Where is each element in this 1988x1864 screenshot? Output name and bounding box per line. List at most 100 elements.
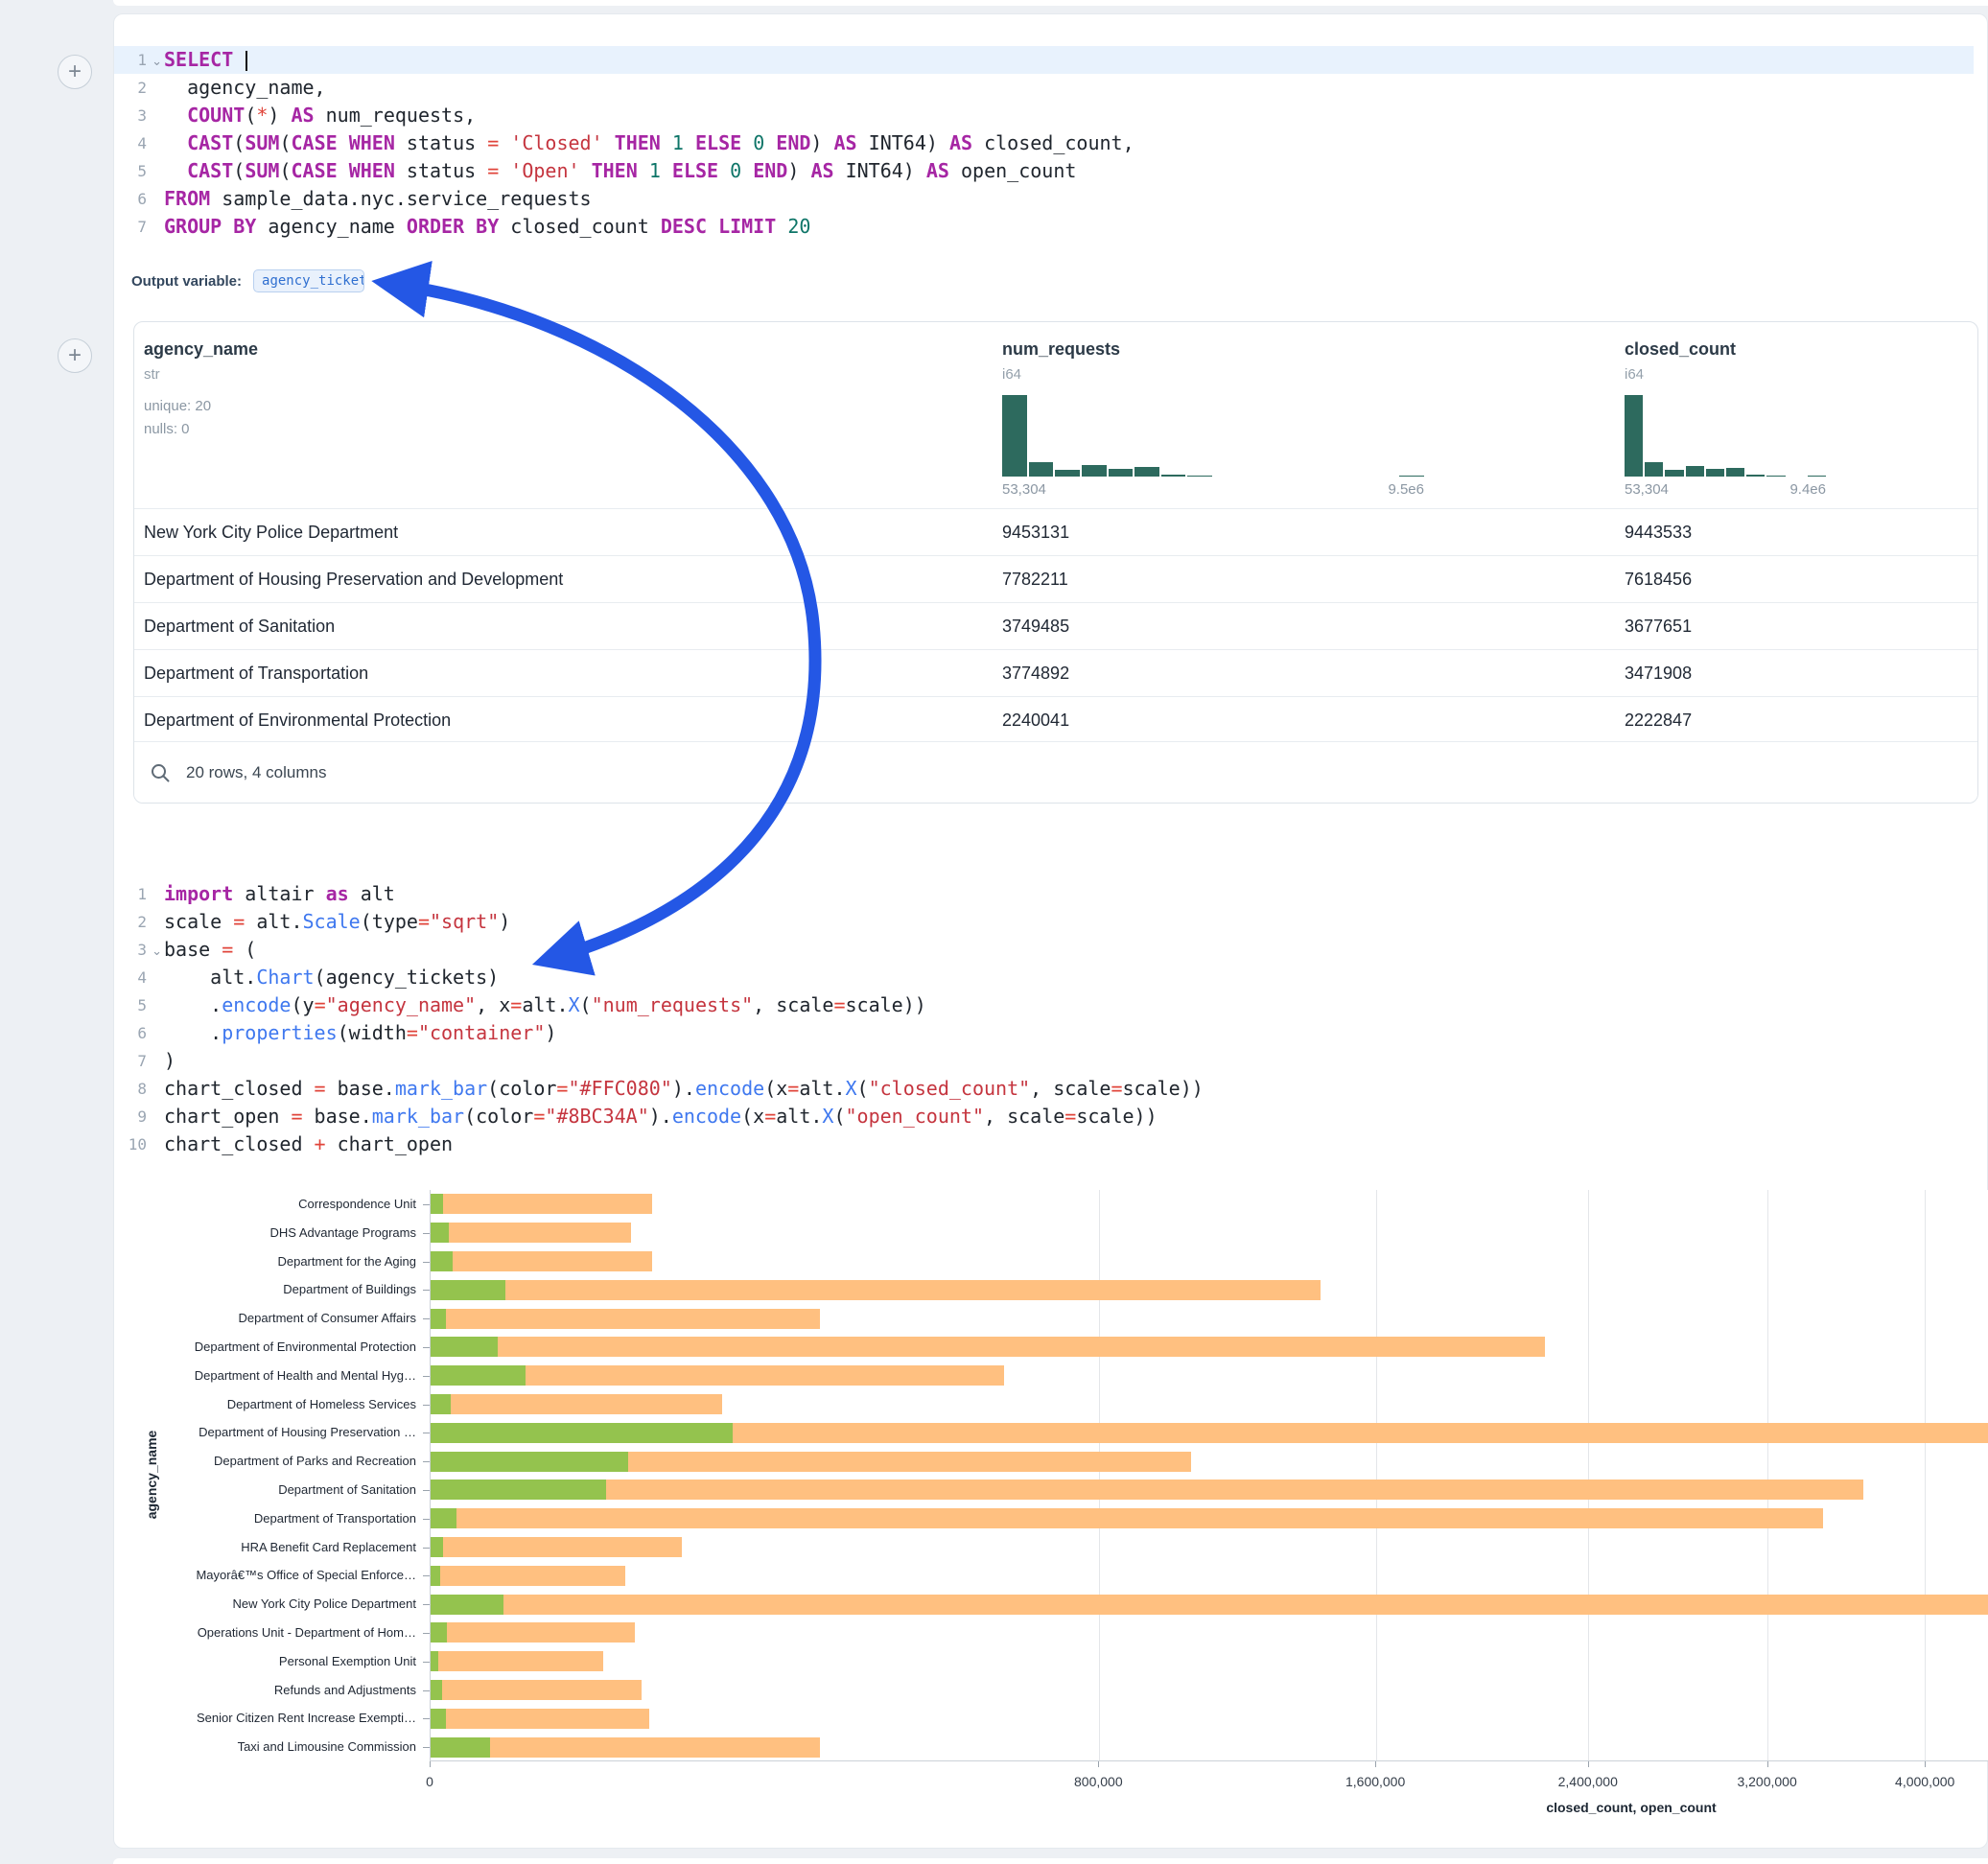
table-cell: 3749485: [1002, 603, 1069, 649]
histogram-bar: [1706, 469, 1724, 478]
column-header-closed_count[interactable]: closed_counti6453,3049.4e6: [1625, 322, 1826, 498]
bar-open-count: [431, 1651, 438, 1671]
code-token: [638, 159, 649, 182]
code-token: ): [545, 1021, 556, 1044]
y-axis-label: Department of Transportation: [123, 1504, 416, 1533]
add-cell-button[interactable]: +: [58, 338, 92, 373]
code-token: =: [315, 1077, 326, 1100]
code-token: closed_count: [499, 215, 661, 238]
code-token: [338, 131, 349, 154]
code-line[interactable]: 7): [114, 1047, 1974, 1075]
python-cell-editor[interactable]: 1import altair as alt2scale = alt.Scale(…: [114, 880, 1974, 1158]
line-number: 3: [114, 102, 164, 129]
code-token: sample_data.nyc.service_requests: [210, 187, 591, 210]
line-number-text: 2: [137, 79, 147, 97]
code-text: scale = alt.Scale(type="sqrt"): [164, 908, 510, 936]
code-token: chart_open: [326, 1132, 453, 1155]
code-line[interactable]: 2scale = alt.Scale(type="sqrt"): [114, 908, 1974, 936]
y-axis-tick: [423, 1747, 430, 1748]
table-row[interactable]: Department of Transportation377489234719…: [134, 649, 1977, 696]
code-token: =: [556, 1077, 568, 1100]
code-token: ): [164, 1049, 175, 1072]
code-token: (x: [764, 1077, 787, 1100]
histogram-bar: [1645, 462, 1663, 477]
line-number-text: 6: [137, 1024, 147, 1042]
fold-caret-icon[interactable]: ⌄: [152, 47, 162, 75]
row-column-count: 20 rows, 4 columns: [186, 763, 326, 782]
code-text: chart_closed + chart_open: [164, 1130, 453, 1158]
code-token: base.: [326, 1077, 395, 1100]
table-row[interactable]: Department of Housing Preservation and D…: [134, 555, 1977, 602]
code-line[interactable]: 4 CAST(SUM(CASE WHEN status = 'Closed' T…: [114, 129, 1974, 157]
y-axis-label: Department of Health and Mental Hyg…: [123, 1362, 416, 1390]
code-token: [164, 159, 187, 182]
code-token: =: [1111, 1077, 1122, 1100]
search-icon[interactable]: [150, 762, 171, 783]
code-token: , scale: [753, 993, 833, 1016]
code-line[interactable]: 4 alt.Chart(agency_tickets): [114, 964, 1974, 991]
table-row[interactable]: Department of Environmental Protection22…: [134, 696, 1977, 743]
code-line[interactable]: 5 CAST(SUM(CASE WHEN status = 'Open' THE…: [114, 157, 1974, 185]
y-axis-label: Department for the Aging: [123, 1247, 416, 1276]
y-axis-tick: [423, 1376, 430, 1377]
add-cell-button[interactable]: +: [58, 55, 92, 89]
code-token: CAST: [187, 159, 233, 182]
code-line[interactable]: 10 chart_closed + chart_open: [114, 1130, 1974, 1158]
x-axis-tick: [1098, 1761, 1099, 1767]
output-variable-pill[interactable]: agency_tickets: [253, 269, 364, 292]
table-cell: 9453131: [1002, 509, 1069, 555]
code-line[interactable]: 2 agency_name,: [114, 74, 1974, 102]
code-line[interactable]: 1⌄SELECT: [114, 46, 1974, 74]
x-axis-tick-label: 4,000,000: [1895, 1774, 1954, 1789]
code-line[interactable]: 7GROUP BY agency_name ORDER BY closed_co…: [114, 213, 1974, 241]
y-axis-label: Correspondence Unit: [123, 1190, 416, 1219]
gridline: [1099, 1190, 1100, 1760]
y-axis-tick: [423, 1548, 430, 1549]
table-cell: 7618456: [1625, 556, 1692, 602]
code-line[interactable]: 9 chart_open = base.mark_bar(color="#8BC3…: [114, 1103, 1974, 1130]
code-token: [707, 215, 718, 238]
code-line[interactable]: 6FROM sample_data.nyc.service_requests: [114, 185, 1974, 213]
line-number-text: 10: [129, 1135, 147, 1153]
table-row[interactable]: Department of Sanitation37494853677651: [134, 602, 1977, 649]
code-token: [776, 215, 787, 238]
code-token: (type: [361, 910, 418, 933]
code-line[interactable]: 3⌄base = (: [114, 936, 1974, 964]
code-token: LIMIT: [718, 215, 776, 238]
sql-cell-editor[interactable]: 1⌄SELECT 2 agency_name,3 COUNT(*) AS num…: [114, 46, 1974, 241]
code-line[interactable]: 8chart_closed = base.mark_bar(color="#FF…: [114, 1075, 1974, 1103]
code-line[interactable]: 3 COUNT(*) AS num_requests,: [114, 102, 1974, 129]
code-text: chart_open = base.mark_bar(color="#8BC34…: [164, 1103, 1158, 1130]
code-token: chart_closed: [164, 1077, 315, 1100]
code-token: 1: [672, 131, 684, 154]
bar-open-count: [431, 1680, 442, 1700]
column-header-num_requests[interactable]: num_requestsi6453,3049.5e6: [1002, 322, 1424, 498]
bar-open-count: [431, 1595, 503, 1615]
fold-caret-icon[interactable]: ⌄: [152, 937, 162, 965]
table-row[interactable]: New York City Police Department945313194…: [134, 508, 1977, 555]
table-cell: 3677651: [1625, 603, 1692, 649]
column-header-agency_name[interactable]: agency_namestrunique: 20nulls: 0: [144, 322, 258, 437]
output-variable-label: Output variable:: [131, 273, 242, 290]
code-token: [684, 131, 695, 154]
column-meta: unique: 20nulls: 0: [144, 398, 258, 437]
code-token: scale: [164, 910, 233, 933]
code-token: DESC: [661, 215, 707, 238]
y-axis-label: Department of Consumer Affairs: [123, 1304, 416, 1333]
x-axis-title: closed_count, open_count: [1546, 1800, 1716, 1815]
code-token: 1: [649, 159, 661, 182]
line-number: 5: [114, 157, 164, 185]
next-cell-edge: [113, 1858, 1988, 1864]
histogram-bar: [1746, 475, 1765, 477]
code-token: (: [580, 993, 592, 1016]
code-token: (: [233, 938, 256, 961]
code-line[interactable]: 1import altair as alt: [114, 880, 1974, 908]
line-number-text: 9: [137, 1107, 147, 1126]
code-line[interactable]: 6 .properties(width="container"): [114, 1019, 1974, 1047]
histogram-range: 53,3049.4e6: [1625, 481, 1826, 498]
code-line[interactable]: 5 .encode(y="agency_name", x=alt.X("num_…: [114, 991, 1974, 1019]
line-number: 5: [114, 991, 164, 1019]
code-token: =: [764, 1105, 776, 1128]
code-token: INT64): [857, 131, 949, 154]
line-number: 2: [114, 74, 164, 102]
